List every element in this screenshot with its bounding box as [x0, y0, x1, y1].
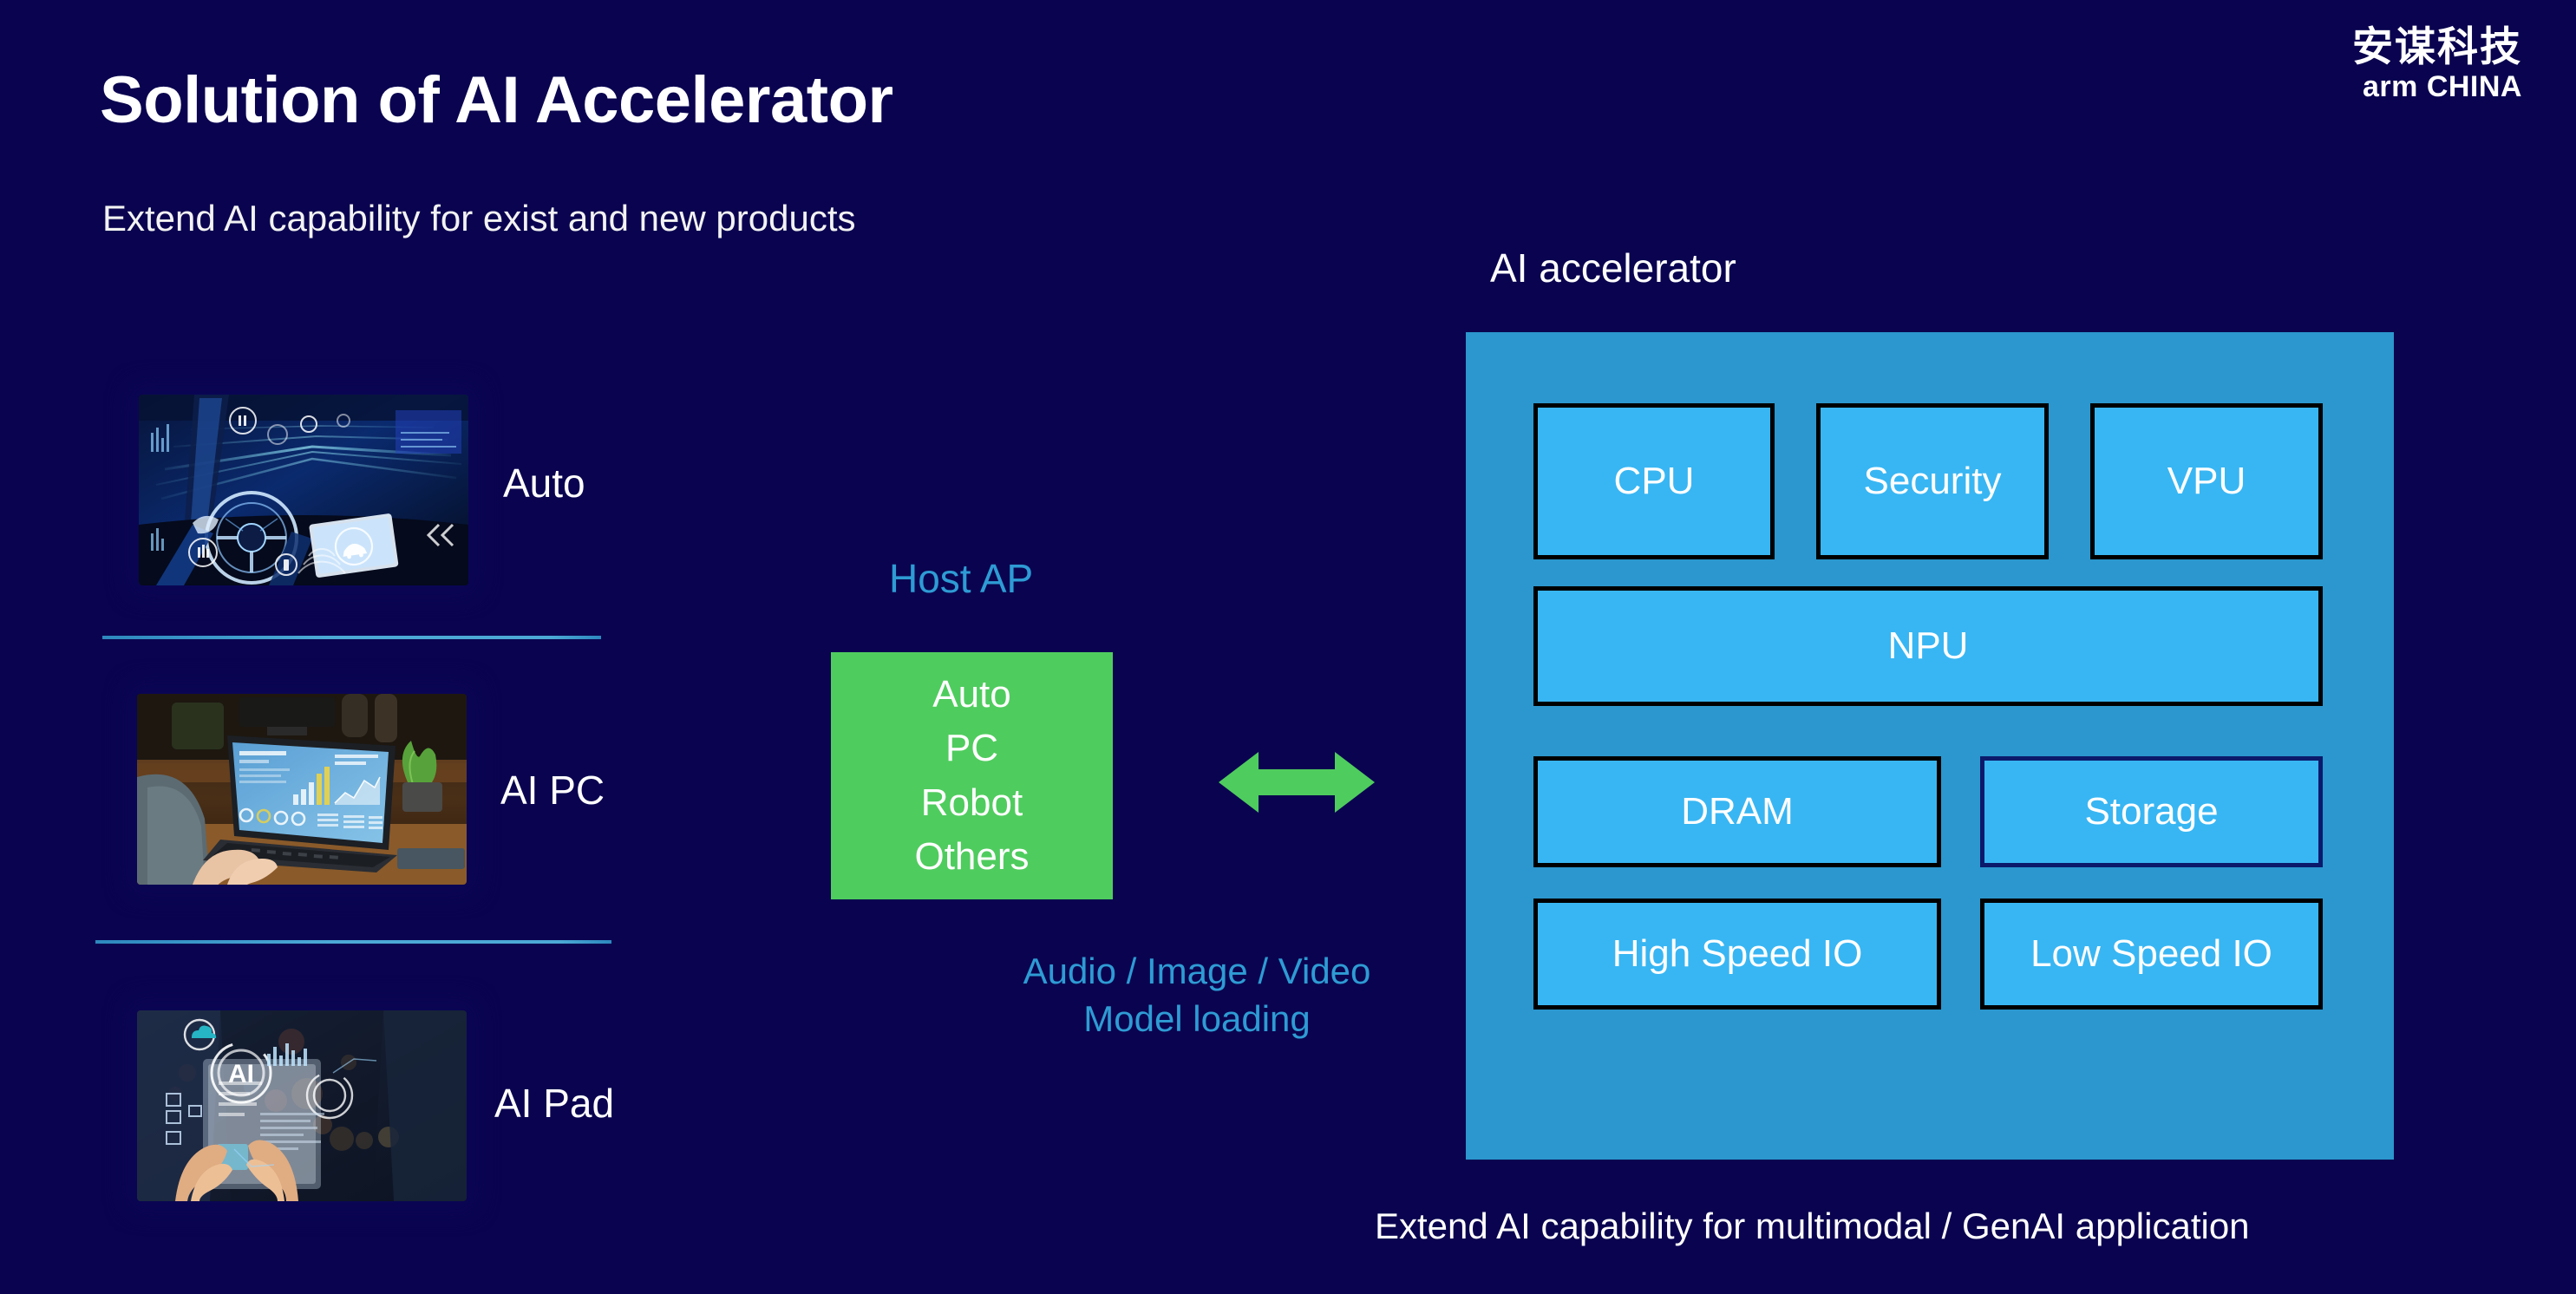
block-cpu: CPU — [1533, 403, 1775, 559]
ai-accelerator-container: CPU Security VPU NPU DRAM Storage High S… — [1466, 332, 2394, 1160]
block-storage: Storage — [1980, 756, 2323, 867]
slide-canvas: Solution of AI Accelerator Extend AI cap… — [0, 0, 2576, 1294]
logo-chinese-text: 安谋科技 — [2352, 23, 2522, 69]
block-high-speed-io: High Speed IO — [1533, 899, 1941, 1010]
product-image-ai-pc — [137, 694, 467, 885]
tablet-ai-hologram-photo: AI — [137, 1010, 467, 1201]
svg-text:AI: AI — [228, 1060, 254, 1088]
divider-2 — [95, 940, 611, 944]
host-ap-item-pc: PC — [945, 727, 999, 770]
logo-arm-word: arm — [2363, 70, 2418, 103]
product-image-auto — [139, 395, 468, 585]
block-npu: NPU — [1533, 586, 2323, 706]
bottom-caption: Extend AI capability for multimodal / Ge… — [1375, 1206, 2250, 1246]
page-title: Solution of AI Accelerator — [100, 63, 893, 137]
host-ap-item-auto: Auto — [932, 672, 1011, 716]
caption-line-1: Audio / Image / Video — [1023, 951, 1371, 991]
host-ap-item-robot: Robot — [920, 781, 1023, 824]
host-ap-caption: Audio / Image / Video Model loading — [971, 947, 1422, 1043]
product-label-auto: Auto — [503, 461, 585, 506]
page-subtitle: Extend AI capability for exist and new p… — [102, 198, 856, 239]
logo-china-word: CHINA — [2426, 70, 2522, 103]
block-low-speed-io: Low Speed IO — [1980, 899, 2323, 1010]
block-security: Security — [1816, 403, 2049, 559]
product-label-ai-pad: AI Pad — [494, 1081, 615, 1126]
arm-china-logo: 安谋科技 arm CHINA — [2352, 26, 2522, 101]
product-image-ai-pad: AI — [137, 1010, 467, 1201]
host-ap-item-others: Others — [914, 834, 1030, 878]
host-ap-label: Host AP — [889, 556, 1034, 601]
product-label-ai-pc: AI PC — [500, 768, 605, 813]
host-ap-box: Auto PC Robot Others — [831, 652, 1113, 899]
block-vpu: VPU — [2090, 403, 2323, 559]
laptop-analytics-photo — [137, 694, 467, 885]
bidirectional-arrow-icon — [1219, 752, 1375, 813]
ai-accelerator-label: AI accelerator — [1490, 245, 1736, 291]
block-dram: DRAM — [1533, 756, 1941, 867]
caption-line-2: Model loading — [1083, 998, 1311, 1040]
divider-1 — [102, 636, 601, 639]
logo-english-text: arm CHINA — [2352, 72, 2522, 101]
automotive-cockpit-photo — [139, 395, 468, 585]
